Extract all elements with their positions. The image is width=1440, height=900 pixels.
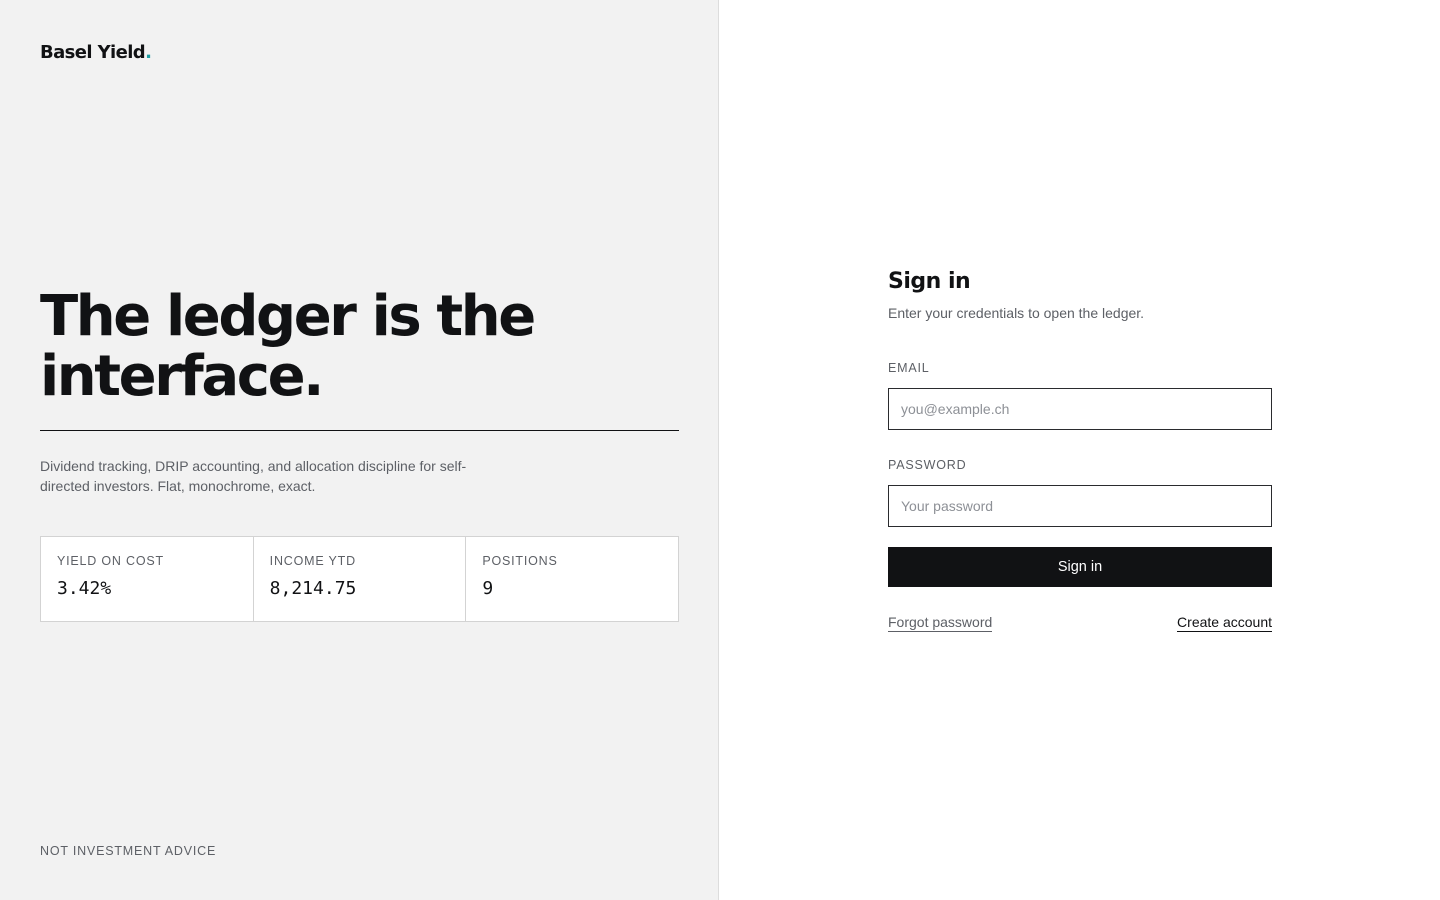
signin-form: Sign in Enter your credentials to open t… — [888, 266, 1272, 632]
stat-yield-on-cost: YIELD ON COST 3.42% — [41, 537, 254, 621]
password-label: PASSWORD — [888, 458, 967, 472]
disclaimer: NOT INVESTMENT ADVICE — [40, 844, 217, 858]
stat-label: YIELD ON COST — [57, 554, 164, 568]
form-links: Forgot password Create account — [888, 613, 1272, 632]
stat-value: 8,214.75 — [269, 578, 357, 599]
create-account-link[interactable]: Create account — [1177, 613, 1272, 632]
signin-subtitle: Enter your credentials to open the ledge… — [888, 305, 1145, 321]
password-input[interactable] — [888, 485, 1272, 527]
stat-label: INCOME YTD — [269, 554, 356, 568]
stat-income-ytd: INCOME YTD 8,214.75 — [254, 537, 467, 621]
headline-divider — [40, 430, 679, 431]
hero-headline: The ledger is the interface. — [40, 284, 536, 409]
email-label: EMAIL — [888, 361, 930, 375]
stats-strip: YIELD ON COST 3.42% INCOME YTD 8,214.75 … — [40, 536, 679, 622]
email-input[interactable] — [888, 388, 1272, 430]
stat-label: POSITIONS — [482, 554, 558, 568]
stat-value: 3.42% — [57, 578, 112, 599]
stat-value: 9 — [482, 578, 494, 599]
sign-in-button[interactable]: Sign in — [888, 547, 1272, 587]
stat-positions: POSITIONS 9 — [466, 537, 678, 621]
forgot-password-link[interactable]: Forgot password — [888, 613, 993, 632]
hero-description: Dividend tracking, DRIP accounting, and … — [40, 458, 467, 494]
signin-title: Sign in — [888, 269, 971, 294]
brand-logo[interactable]: Basel Yield. — [40, 42, 152, 63]
brand-name: Basel Yield — [40, 42, 146, 63]
brand-accent-dot: . — [145, 42, 152, 63]
brand-panel: Basel Yield. The ledger is the interface… — [0, 0, 719, 900]
